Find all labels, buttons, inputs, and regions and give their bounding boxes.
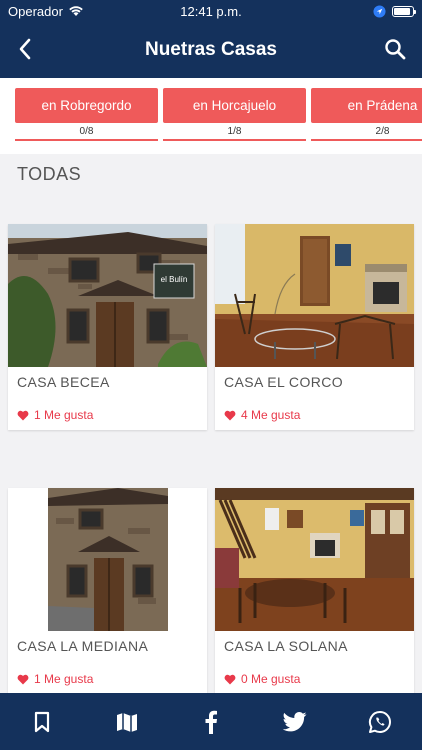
village-underline bbox=[15, 139, 158, 141]
house-likes[interactable]: 1 Me gusta bbox=[17, 672, 93, 686]
carrier-info: Operador bbox=[8, 4, 84, 19]
house-name: CASA EL CORCO bbox=[224, 374, 344, 390]
house-card-solana[interactable]: CASA LA SOLANA 0 Me gusta bbox=[215, 488, 414, 694]
house-likes-label: 0 Me gusta bbox=[241, 672, 301, 686]
back-button[interactable] bbox=[10, 34, 40, 64]
battery-icon bbox=[392, 5, 416, 17]
village-filter-bar: en Robregordo 0/8 en Horcajuelo 1/8 en P… bbox=[0, 78, 422, 154]
village-robregordo[interactable]: en Robregordo 0/8 bbox=[15, 88, 158, 142]
village-button-robregordo[interactable]: en Robregordo bbox=[15, 88, 158, 123]
village-underline bbox=[163, 139, 306, 141]
tab-facebook[interactable] bbox=[191, 702, 231, 742]
search-icon bbox=[385, 39, 406, 60]
house-likes-label: 1 Me gusta bbox=[34, 408, 94, 422]
section-title: TODAS bbox=[17, 164, 82, 184]
house-likes[interactable]: 0 Me gusta bbox=[224, 672, 300, 686]
house-likes-label: 4 Me gusta bbox=[241, 408, 301, 422]
village-button-pradena[interactable]: en Prádena bbox=[311, 88, 422, 123]
village-underline bbox=[311, 139, 422, 141]
bookmark-icon bbox=[35, 711, 50, 732]
carrier-name: Operador bbox=[8, 3, 63, 19]
page-title: Nuetras Casas bbox=[144, 39, 278, 60]
search-button[interactable] bbox=[380, 34, 410, 64]
village-count-robregordo: 0/8 bbox=[79, 126, 94, 137]
house-photo-corco[interactable] bbox=[215, 224, 414, 367]
house-photo-mediana[interactable] bbox=[8, 488, 207, 631]
becea-sign-text: el Bulín bbox=[161, 275, 188, 284]
chevron-left-icon bbox=[19, 38, 31, 60]
house-likes[interactable]: 4 Me gusta bbox=[224, 408, 300, 422]
facebook-icon bbox=[205, 710, 217, 734]
tab-twitter[interactable] bbox=[275, 702, 315, 742]
heart-icon bbox=[224, 410, 236, 420]
village-count-horcajuelo: 1/8 bbox=[227, 126, 242, 137]
tab-bookmarks[interactable] bbox=[22, 702, 62, 742]
tab-bar bbox=[0, 693, 422, 750]
heart-icon bbox=[17, 410, 29, 420]
heart-icon bbox=[17, 674, 29, 684]
house-card-mediana[interactable]: CASA LA MEDIANA 1 Me gusta bbox=[8, 488, 207, 694]
map-icon bbox=[116, 712, 137, 732]
twitter-icon bbox=[283, 711, 307, 731]
village-count-pradena: 2/8 bbox=[375, 126, 390, 137]
village-button-horcajuelo[interactable]: en Horcajuelo bbox=[163, 88, 306, 123]
battery-fill bbox=[394, 7, 411, 15]
whatsapp-icon bbox=[368, 710, 391, 733]
house-card-corco[interactable]: CASA EL CORCO 4 Me gusta bbox=[215, 224, 414, 430]
village-pradena[interactable]: en Prádena 2/8 bbox=[311, 88, 422, 142]
navigation-bar: Nuetras Casas bbox=[0, 22, 422, 78]
house-likes[interactable]: 1 Me gusta bbox=[17, 408, 93, 422]
status-bar: Operador 12:41 p.m. bbox=[0, 0, 422, 22]
house-name: CASA LA SOLANA bbox=[224, 638, 348, 654]
house-card-becea[interactable]: el Bulín CASA BECEA 1 Me gusta bbox=[8, 224, 207, 430]
house-photo-solana[interactable] bbox=[215, 488, 414, 631]
village-horcajuelo[interactable]: en Horcajuelo 1/8 bbox=[163, 88, 306, 142]
tab-whatsapp[interactable] bbox=[360, 702, 400, 742]
house-likes-label: 1 Me gusta bbox=[34, 672, 94, 686]
house-photo-becea[interactable]: el Bulín bbox=[8, 224, 207, 367]
location-arrow-icon bbox=[373, 4, 386, 18]
wifi-icon bbox=[69, 6, 83, 16]
house-name: CASA BECEA bbox=[17, 374, 110, 390]
tab-map[interactable] bbox=[107, 702, 147, 742]
house-name: CASA LA MEDIANA bbox=[17, 638, 149, 654]
heart-icon bbox=[224, 674, 236, 684]
